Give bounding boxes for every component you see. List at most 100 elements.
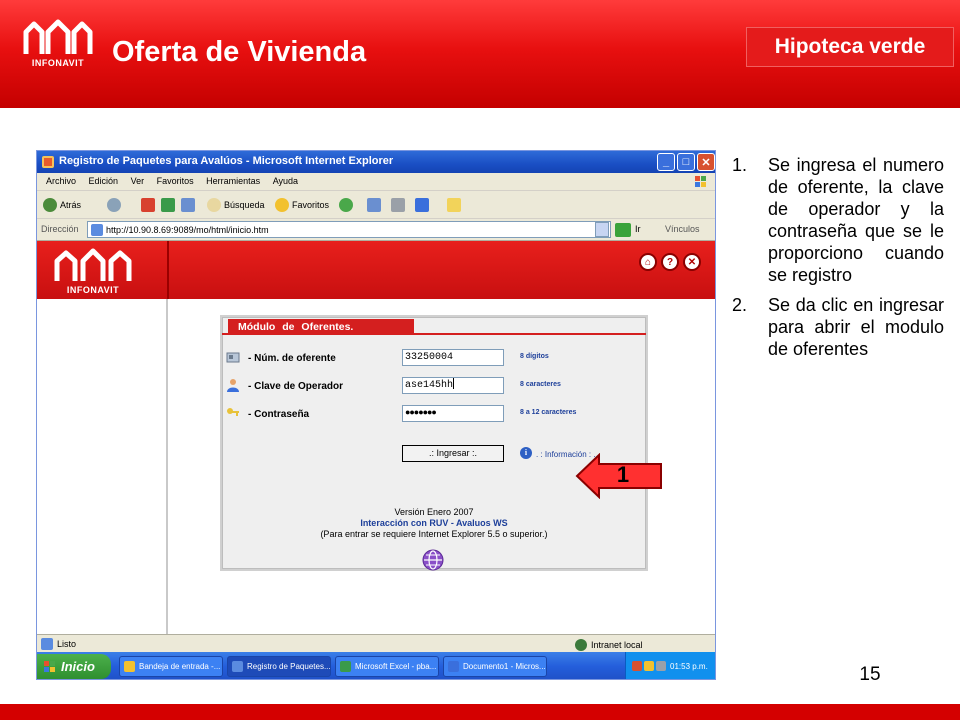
left-column — [37, 299, 168, 634]
web-page: INFONAVIT ⌂ ? ✕ Módulo de Oferentes. - N… — [37, 241, 715, 634]
info-icon[interactable]: i — [520, 447, 532, 459]
instruction-text: Se da clic en ingresar para abrir el mod… — [768, 295, 944, 359]
word-task-icon — [448, 661, 459, 672]
site-close-button[interactable]: ✕ — [683, 253, 701, 271]
menu-favoritos[interactable]: Favoritos — [152, 173, 199, 186]
site-infonavit-logo: INFONAVIT — [51, 247, 135, 295]
operador-hint: 8 caracteres — [520, 381, 561, 388]
windows-taskbar: Inicio Bandeja de entrada -... Registro … — [37, 652, 715, 679]
instructions-list: 1. Se ingresa el numero de oferente, la … — [732, 154, 944, 368]
menu-ver[interactable]: Ver — [126, 173, 150, 186]
status-text: Listo — [57, 639, 77, 649]
tray-shield-icon[interactable] — [644, 661, 654, 671]
menu-herramientas[interactable]: Herramientas — [201, 173, 265, 186]
instruction-number: 2. — [732, 295, 748, 315]
globe-icon[interactable] — [422, 549, 444, 571]
home-button[interactable] — [181, 196, 195, 214]
forward-arrow-icon — [107, 198, 121, 212]
maximize-button[interactable]: □ — [677, 153, 695, 171]
key-icon — [227, 408, 239, 416]
refresh-button[interactable] — [161, 196, 175, 214]
instruction-item: 2. Se da clic en ingresar para abrir el … — [732, 294, 944, 360]
close-window-button[interactable]: ✕ — [697, 153, 715, 171]
page-icon — [91, 224, 103, 236]
back-button[interactable]: Atrás — [43, 196, 81, 214]
bottom-bar — [0, 704, 960, 720]
forward-button[interactable] — [107, 196, 121, 214]
tray-network-icon[interactable] — [656, 661, 666, 671]
page-number: 15 — [859, 664, 881, 685]
folder-button[interactable] — [447, 196, 461, 214]
operador-input[interactable]: ase145hh — [402, 377, 504, 394]
menu-edicion[interactable]: Edición — [84, 173, 124, 186]
back-label: Atrás — [60, 200, 82, 210]
site-help-button[interactable]: ? — [661, 253, 679, 271]
site-home-button[interactable]: ⌂ — [639, 253, 657, 271]
done-page-icon — [41, 638, 53, 650]
task-outlook[interactable]: Bandeja de entrada -... — [119, 656, 223, 677]
go-button[interactable] — [615, 223, 631, 237]
instruction-number: 1. — [732, 155, 748, 175]
outlook-icon — [124, 661, 135, 672]
tray-clock: 01:53 p.m. — [670, 662, 708, 671]
minimize-button[interactable]: _ — [657, 153, 675, 171]
search-button[interactable]: Búsqueda — [207, 196, 265, 214]
start-button[interactable]: Inicio — [37, 654, 111, 679]
field-row-password: - Contraseña ●●●●●●● 8 a 12 caracteres — [226, 405, 646, 423]
ie-task-icon — [232, 661, 243, 672]
menu-archivo[interactable]: Archivo — [41, 173, 81, 186]
search-icon — [207, 198, 221, 212]
operador-value: ase145hh — [405, 380, 454, 391]
history-button[interactable] — [339, 196, 353, 214]
ie-toolbar: Atrás Búsqueda Favoritos — [37, 191, 715, 219]
status-bar: Listo Intranet local — [37, 634, 715, 652]
task-outlook-label: Bandeja de entrada -... — [139, 662, 221, 671]
task-word[interactable]: Documento1 - Micros... — [443, 656, 547, 677]
tray-alert-icon[interactable] — [632, 661, 642, 671]
edit-button[interactable] — [415, 196, 429, 214]
mail-button[interactable] — [367, 196, 381, 214]
text-caret — [453, 378, 455, 389]
address-bar: Dirección http://10.90.8.69:9089/mo/html… — [37, 219, 715, 241]
interaccion-line: Interacción con RUV - Avaluos WS — [360, 518, 508, 528]
security-zone: Intranet local — [575, 639, 643, 651]
password-input[interactable]: ●●●●●●● — [402, 405, 504, 422]
search-label: Búsqueda — [224, 200, 265, 210]
task-ie-label: Registro de Paquetes... — [247, 662, 331, 671]
mail-icon — [367, 198, 381, 212]
oferente-input[interactable]: 33250004 — [402, 349, 504, 366]
favorites-button[interactable]: Favoritos — [275, 196, 329, 214]
links-label[interactable]: Vínculos — [665, 224, 700, 234]
callout-label: 1 — [616, 462, 630, 487]
ingresar-button[interactable]: .: Ingresar :. — [402, 445, 504, 462]
print-icon — [391, 198, 405, 212]
oferentes-login-panel: Módulo de Oferentes. - Núm. de oferente … — [220, 315, 648, 571]
field-row-operador: - Clave de Operador ase145hh 8 caractere… — [226, 377, 646, 395]
stop-button[interactable] — [141, 196, 155, 214]
excel-icon — [340, 661, 351, 672]
star-icon — [275, 198, 289, 212]
favorites-label: Favoritos — [292, 200, 330, 210]
infonavit-logo: INFONAVIT — [22, 18, 94, 70]
slide-title: Oferta de Vivienda — [112, 36, 367, 68]
word-icon — [415, 198, 429, 212]
history-icon — [339, 198, 353, 212]
print-button[interactable] — [391, 196, 405, 214]
stop-icon — [141, 198, 155, 212]
task-word-label: Documento1 - Micros... — [463, 662, 546, 671]
go-label[interactable]: Ir — [635, 224, 641, 234]
task-ie[interactable]: Registro de Paquetes... — [227, 656, 331, 677]
oferente-label: - Núm. de oferente — [248, 353, 336, 364]
task-excel[interactable]: Microsoft Excel - pba... — [335, 656, 439, 677]
oferente-hint: 8 dígitos — [520, 353, 549, 360]
id-card-icon — [226, 352, 240, 363]
version-line: Versión Enero 2007 — [394, 507, 474, 517]
address-url: http://10.90.8.69:9089/mo/html/inicio.ht… — [106, 224, 269, 235]
refresh-icon — [161, 198, 175, 212]
menu-ayuda[interactable]: Ayuda — [268, 173, 303, 186]
address-label: Dirección — [41, 224, 79, 234]
address-dropdown-button[interactable] — [595, 222, 609, 237]
site-logo-text: INFONAVIT — [66, 285, 120, 295]
windows-flag-icon — [695, 176, 706, 187]
address-input[interactable]: http://10.90.8.69:9089/mo/html/inicio.ht… — [87, 221, 611, 238]
